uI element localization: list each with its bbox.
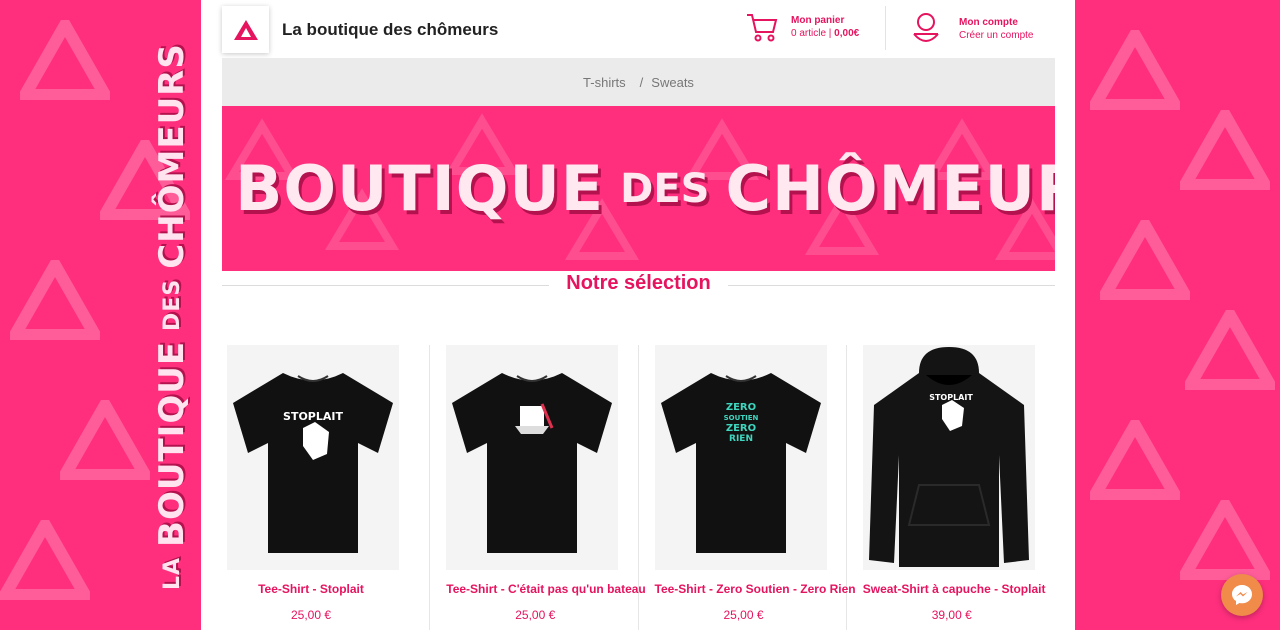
svg-text:ZERO: ZERO <box>725 402 755 413</box>
tshirt-icon <box>452 372 613 553</box>
account-widget[interactable]: Mon compte Créer un compte <box>911 12 1033 46</box>
tshirt-icon: ZERO SOUTIEN ZERO RIEN <box>660 372 821 553</box>
cart-summary: 0 article | 0,00€ <box>791 27 859 40</box>
nav-item-sweats[interactable]: Sweats <box>651 75 694 90</box>
account-text: Mon compte Créer un compte <box>959 16 1033 42</box>
product-card[interactable]: STOPLAIT Sweat-Shirt à capuche - Stoplai… <box>847 345 1055 630</box>
section-header: Notre sélection <box>222 272 1055 298</box>
banner-word-2: BOUTIQUE <box>235 152 605 225</box>
header-divider <box>885 6 886 50</box>
product-image[interactable] <box>446 345 619 570</box>
print-text: STOPLAIT <box>929 393 973 402</box>
category-nav: T-shirts / Sweats <box>222 58 1055 106</box>
side-word-2: BOUTIQUE <box>152 340 192 547</box>
product-price: 25,00 € <box>515 608 556 622</box>
product-card[interactable]: ZERO SOUTIEN ZERO RIEN Tee-Shirt - Zero … <box>639 345 856 630</box>
banner-word-3: DES <box>620 165 710 212</box>
account-label: Mon compte <box>959 17 1018 28</box>
product-name[interactable]: Sweat-Shirt à capuche - Stoplait <box>863 582 1046 596</box>
product-image[interactable]: STOPLAIT <box>227 345 399 570</box>
cart-text: Mon panier 0 article | 0,00€ <box>791 14 859 40</box>
cart-label: Mon panier <box>791 15 845 26</box>
tshirt-icon: STOPLAIT <box>233 372 393 553</box>
side-vertical-title: LA BOUTIQUE DES CHÔMEURS <box>150 43 194 600</box>
section-title: Notre sélection <box>566 272 711 294</box>
cart-widget[interactable]: Mon panier 0 article | 0,00€ <box>745 10 859 44</box>
svg-text:ZERO: ZERO <box>725 423 755 434</box>
hero-banner: LA BOUTIQUE DES CHÔMEURS <box>222 106 1055 271</box>
side-word-4: CHÔMEURS <box>152 43 192 269</box>
product-grid: STOPLAIT Tee-Shirt - Stoplait 25,00 € Te… <box>222 345 1055 630</box>
triangle-logo-icon <box>233 19 258 40</box>
create-account-link[interactable]: Créer un compte <box>959 29 1033 42</box>
cart-separator: | <box>826 28 835 39</box>
product-price: 25,00 € <box>723 608 764 622</box>
svg-text:SOUTIEN: SOUTIEN <box>723 414 758 422</box>
user-icon <box>913 13 939 42</box>
product-price: 25,00 € <box>290 608 332 622</box>
messenger-icon <box>1232 585 1252 605</box>
banner-title: LA BOUTIQUE DES CHÔMEURS <box>222 106 1055 271</box>
site-header: La boutique des chômeurs Mon panier 0 ar… <box>201 0 1075 58</box>
product-card[interactable]: STOPLAIT Tee-Shirt - Stoplait 25,00 € <box>222 345 431 630</box>
product-card[interactable]: Tee-Shirt - C'était pas qu'un bateau 25,… <box>430 345 646 630</box>
svg-text:RIEN: RIEN <box>729 434 753 444</box>
cart-total: 0,00€ <box>834 28 860 39</box>
cart-icon <box>747 14 778 42</box>
messenger-chat-button[interactable] <box>1221 574 1263 616</box>
nav-item-tshirts[interactable]: T-shirts <box>583 75 626 90</box>
side-word-1: LA <box>159 556 185 590</box>
main-page: La boutique des chômeurs Mon panier 0 ar… <box>201 0 1075 630</box>
nav-separator: / <box>639 74 644 90</box>
hoodie-icon: STOPLAIT <box>868 347 1029 567</box>
print-text: STOPLAIT <box>283 410 343 423</box>
product-image[interactable]: ZERO SOUTIEN ZERO RIEN <box>654 345 827 570</box>
product-name[interactable]: Tee-Shirt - Stoplait <box>222 582 400 596</box>
banner-word-4: CHÔMEURS <box>725 152 1056 225</box>
product-price: 39,00 € <box>931 608 972 622</box>
side-word-3: DES <box>159 278 185 331</box>
product-image[interactable]: STOPLAIT <box>862 345 1035 570</box>
product-name[interactable]: Tee-Shirt - C'était pas qu'un bateau <box>446 582 646 596</box>
product-name[interactable]: Tee-Shirt - Zero Soutien - Zero Rien <box>655 582 856 596</box>
site-title[interactable]: La boutique des chômeurs <box>282 20 498 40</box>
cart-count: 0 article <box>791 28 827 39</box>
site-logo[interactable] <box>222 6 269 53</box>
